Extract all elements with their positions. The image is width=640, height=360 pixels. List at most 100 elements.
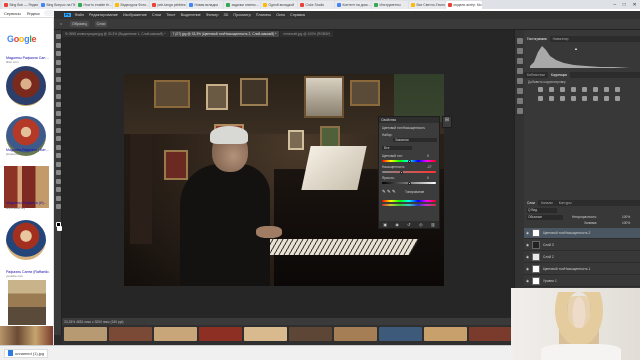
channel-mixer-adjust-icon[interactable]: [549, 96, 554, 101]
eraser-tool-icon[interactable]: [55, 127, 61, 133]
rectangle-tool-icon[interactable]: [55, 187, 61, 192]
thumbnail[interactable]: [379, 327, 422, 341]
layer-visibility-icon[interactable]: ◉: [526, 255, 530, 259]
option-layers[interactable]: Слои: [94, 21, 108, 27]
eye-icon[interactable]: ◎: [419, 222, 423, 227]
invert-adjust-icon[interactable]: [571, 96, 576, 101]
history-icon[interactable]: [517, 38, 523, 44]
layer-kind-filter[interactable]: Q Вид: [527, 208, 557, 213]
curves-adjust-icon[interactable]: [560, 87, 565, 92]
trash-icon[interactable]: ▥: [431, 222, 435, 227]
layer-visibility-icon[interactable]: ◉: [526, 231, 530, 235]
google-logo[interactable]: Google: [7, 34, 37, 44]
hue-saturation-adjust-icon[interactable]: [593, 87, 598, 92]
bookmark-yandex[interactable]: Яндекс: [27, 11, 40, 16]
glyphs-icon[interactable]: [517, 98, 523, 104]
clip-icon[interactable]: ▣: [383, 222, 387, 227]
threshold-adjust-icon[interactable]: [593, 96, 598, 101]
brightness-adjust-icon[interactable]: [538, 87, 543, 92]
frame-tool-icon[interactable]: [55, 76, 61, 82]
thumbnail[interactable]: [469, 327, 512, 341]
blend-mode-select[interactable]: Обычные: [527, 215, 563, 220]
home-icon[interactable]: ⌂: [58, 21, 64, 27]
thumbnail[interactable]: [244, 327, 287, 341]
menu-3d[interactable]: 3D: [224, 13, 229, 17]
black-white-adjust-icon[interactable]: [615, 87, 620, 92]
menu-type[interactable]: Текст: [166, 13, 176, 17]
blur-tool-icon[interactable]: [55, 144, 61, 150]
maximize-button[interactable]: □: [623, 2, 626, 8]
browser-tab[interactable]: модели актёр: Мо…: [446, 1, 482, 9]
layer-row[interactable]: ◉ Слой 2: [524, 252, 640, 263]
thumbnail[interactable]: [109, 327, 152, 341]
properties-icon[interactable]: [517, 108, 523, 114]
warning-icon[interactable]: ▲: [574, 46, 578, 51]
browser-tab[interactable]: Одной вкладкой: [261, 1, 297, 9]
brush-tool-icon[interactable]: [55, 102, 61, 107]
menu-edit[interactable]: Редактирование: [89, 13, 118, 17]
bookmark-services[interactable]: Сервисы: [4, 11, 21, 16]
saturation-slider[interactable]: [382, 171, 436, 173]
thumbnail[interactable]: [64, 327, 107, 341]
paragraph-icon[interactable]: [517, 78, 523, 84]
eyedropper-tool-icon[interactable]: [55, 85, 61, 90]
preset-select[interactable]: Заказная: [393, 138, 437, 142]
layer-visibility-icon[interactable]: ◉: [526, 279, 530, 283]
download-item[interactable]: unnamed (1).jpg: [4, 348, 49, 358]
marquee-tool-icon[interactable]: [55, 42, 61, 48]
lightness-slider-knob[interactable]: [407, 181, 411, 185]
dodge-tool-icon[interactable]: [55, 153, 61, 158]
tab-channels[interactable]: Каналы: [538, 200, 556, 206]
saturation-value[interactable]: -27: [427, 165, 432, 169]
browser-tab[interactable]: Bing Bok — Яндекс: [2, 1, 38, 9]
result-title[interactable]: Мадонны Рафаэля (И)…: [6, 201, 50, 205]
browser-tab[interactable]: How to enable th…: [76, 1, 112, 9]
thumbnail[interactable]: [199, 327, 242, 341]
layer-row[interactable]: ◉ Слой 3: [524, 240, 640, 251]
menu-select[interactable]: Выделение: [181, 13, 201, 17]
color-balance-adjust-icon[interactable]: [604, 87, 609, 92]
tab-paths[interactable]: Контуры: [556, 200, 575, 206]
browser-tab[interactable]: задачки ответы…: [224, 1, 260, 9]
browser-tab[interactable]: peb-tanga pebbles: [150, 1, 186, 9]
result-thumbnail-4[interactable]: [6, 220, 46, 260]
close-button[interactable]: ✕: [632, 2, 636, 8]
result-thumbnail-1[interactable]: [6, 66, 46, 106]
photo-filter-adjust-icon[interactable]: [538, 96, 543, 101]
lasso-tool-icon[interactable]: [55, 51, 61, 56]
color-icon[interactable]: [517, 48, 523, 54]
quick-select-tool-icon[interactable]: [55, 59, 61, 65]
stamp-tool-icon[interactable]: [55, 110, 61, 116]
menu-filter[interactable]: Фильтр: [206, 13, 219, 17]
type-tool-icon[interactable]: [55, 170, 61, 175]
posterize-adjust-icon[interactable]: [582, 96, 587, 101]
result-thumbnail-row[interactable]: [0, 326, 53, 345]
exposure-adjust-icon[interactable]: [571, 87, 576, 92]
tab-adjustments[interactable]: Коррекция: [547, 72, 571, 78]
minimize-button[interactable]: –: [613, 2, 616, 8]
crop-tool-icon[interactable]: [55, 68, 61, 73]
menu-image[interactable]: Изображение: [123, 13, 147, 17]
tab-layers[interactable]: Слои: [524, 200, 539, 206]
browser-tab[interactable]: Color Studio: [298, 1, 334, 9]
menu-plugins[interactable]: Плагины: [256, 13, 271, 17]
hue-value[interactable]: 0: [427, 154, 429, 158]
collapsed-panel-icon[interactable]: ⊞: [442, 116, 452, 128]
result-thumbnail-5[interactable]: [8, 280, 46, 325]
lightness-value[interactable]: 0: [427, 176, 429, 180]
healing-tool-icon[interactable]: [55, 93, 61, 99]
layer-row[interactable]: ◉ Цветовой тон/Насыщенность 1: [524, 264, 640, 275]
browser-tab[interactable]: Видеоурок Фото…: [113, 1, 149, 9]
thumbnail[interactable]: [289, 327, 332, 341]
opacity-value[interactable]: 100%: [622, 215, 630, 219]
pen-tool-icon[interactable]: [55, 161, 61, 167]
gradient-map-adjust-icon[interactable]: [615, 96, 620, 101]
history-brush-tool-icon[interactable]: [55, 119, 61, 124]
levels-adjust-icon[interactable]: [549, 87, 554, 92]
character-icon[interactable]: [517, 88, 523, 94]
hand-tool-icon[interactable]: [55, 195, 61, 201]
browser-tab[interactable]: Новая вкладка: [187, 1, 223, 9]
menu-layers[interactable]: Слои: [152, 13, 161, 17]
tab-histogram[interactable]: Гистограмма: [524, 36, 550, 42]
thumbnail[interactable]: [424, 327, 467, 341]
